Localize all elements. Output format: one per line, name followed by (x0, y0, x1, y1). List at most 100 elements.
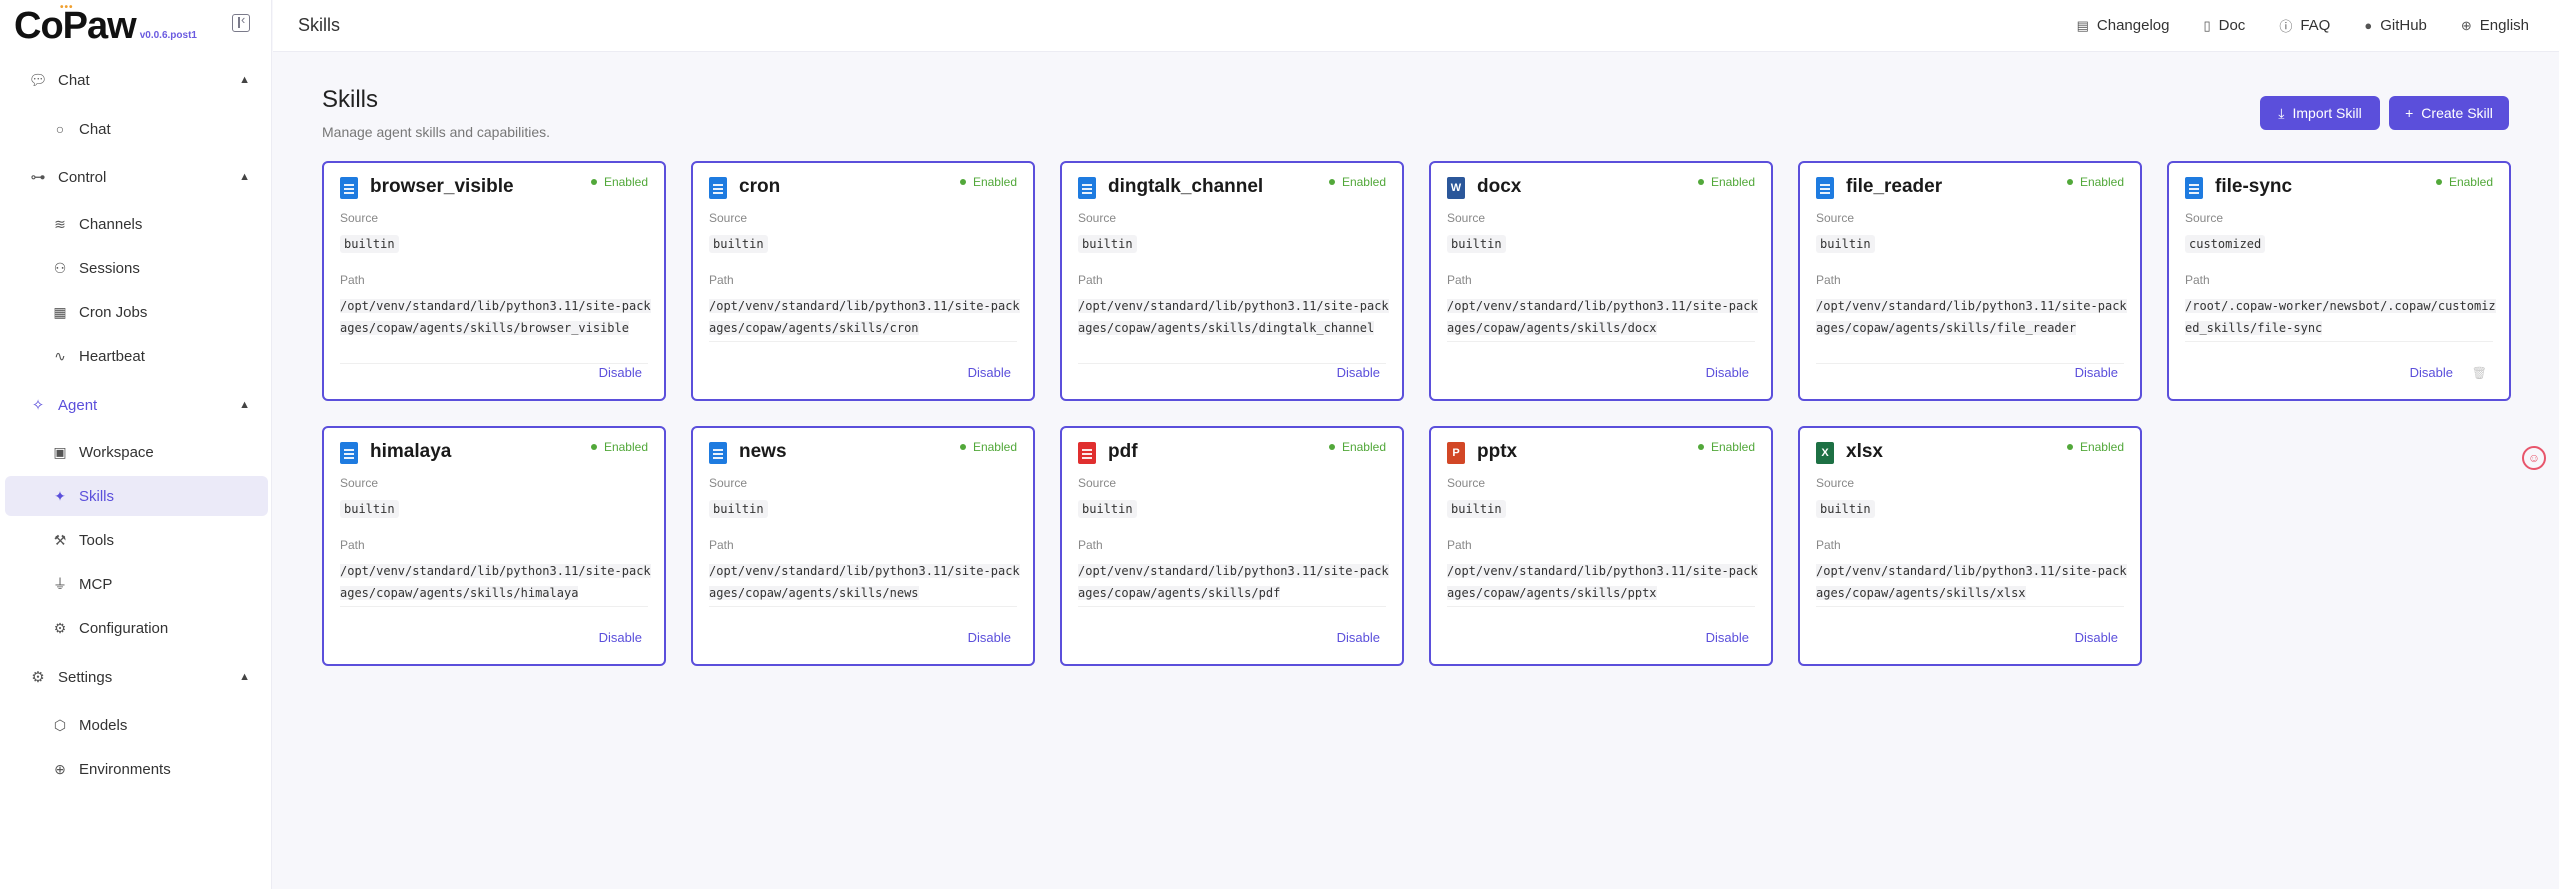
file-type-icon (709, 177, 727, 199)
path-text: /opt/venv/standard/lib/python3.11/site-p… (340, 299, 651, 335)
sidebar-item-environments[interactable]: ⊕ Environments (5, 749, 268, 789)
language-switch[interactable]: ⊕ English (2461, 17, 2529, 34)
file-type-icon: P (1447, 442, 1465, 464)
nav-group-settings[interactable]: ⚙ Settings ▲ (0, 657, 272, 697)
file-icon: ▤ (2076, 17, 2089, 33)
sidebar-item-label: Chat (79, 120, 111, 138)
disable-button[interactable]: Disable (968, 630, 1011, 645)
skill-name: browser_visible (370, 176, 514, 197)
sidebar-item-skills[interactable]: ✦ Skills (5, 476, 268, 516)
file-type-icon (1816, 177, 1834, 199)
divider (709, 341, 1017, 342)
top-links: ▤ Changelog ▯ Doc ⓘ FAQ ● GitHub ⊕ English (2077, 16, 2529, 35)
status-badge: Enabled (590, 175, 648, 189)
globe-icon: ⊕ (54, 760, 66, 777)
link-label: GitHub (2380, 17, 2427, 34)
sidebar-item-label: Environments (79, 760, 171, 778)
skill-card[interactable]: news Enabled Source builtin Path/opt/venv/st… (691, 426, 1035, 666)
nav-group-control[interactable]: ⊶ Control ▲ (0, 157, 272, 197)
sidebar-item-cron-jobs[interactable]: ▦ Cron Jobs (5, 292, 268, 332)
skill-card[interactable]: dingtalk_channel Enabled Source builtin Path… (1060, 161, 1404, 401)
status-badge: Enabled (2066, 440, 2124, 454)
sidebar-item-mcp[interactable]: ⏚ MCP (5, 564, 268, 604)
source-value: builtin (1078, 500, 1137, 518)
divider (1447, 606, 1755, 607)
sidebar-item-channels[interactable]: ≋ Channels (5, 204, 268, 244)
skill-card[interactable]: browser_visible Enabled Source builtin Path /… (322, 161, 666, 401)
gear-icon: ⚙ (53, 619, 67, 636)
source-label: Source (709, 211, 748, 225)
icon-letter: P (1452, 447, 1460, 459)
nav-group-label: Agent (58, 396, 98, 414)
status-label: Enabled (1341, 440, 1386, 454)
path-text: /opt/venv/standard/lib/python3.11/site-p… (340, 564, 651, 600)
path-text: /opt/venv/standard/lib/python3.11/site-p… (1816, 299, 2127, 335)
sidebar-item-sessions[interactable]: ⚇ Sessions (5, 248, 268, 288)
disable-button[interactable]: Disable (599, 365, 642, 380)
file-type-icon (709, 442, 727, 464)
disable-button[interactable]: Disable (1337, 630, 1380, 645)
sidebar-item-label: Configuration (79, 619, 169, 637)
import-skill-button[interactable]: ⤓ Import Skill (2260, 96, 2380, 130)
link-label: English (2479, 17, 2529, 34)
create-skill-button[interactable]: + Create Skill (2389, 96, 2509, 130)
nav-group-agent[interactable]: ✧ Agent ▲ (0, 385, 272, 425)
disable-button[interactable]: Disable (1706, 365, 1749, 380)
file-type-icon (2185, 177, 2203, 199)
version-label: v0.0.6.post1 (139, 29, 197, 41)
nav-group-chat[interactable]: 💬︎ Chat ▲ (0, 60, 272, 100)
changelog-link[interactable]: ▤ Changelog (2077, 17, 2170, 34)
page-title: Skills (298, 15, 341, 35)
collapse-sidebar-icon[interactable] (232, 12, 250, 32)
sidebar-item-tools[interactable]: ⚒ Tools (5, 520, 268, 560)
disable-button[interactable]: Disable (2075, 365, 2118, 380)
source-label: Source (1816, 476, 1855, 490)
sidebar-item-configuration[interactable]: ⚙ Configuration (5, 608, 268, 648)
file-type-icon: X (1816, 442, 1834, 464)
skill-card[interactable]: file_reader Enabled Source builtin Path/opt/… (1798, 161, 2142, 401)
disable-button[interactable]: Disable (1337, 365, 1380, 380)
sidebar-item-chat[interactable]: ○ Chat (5, 109, 268, 149)
path-value: /opt/venv/standard/lib/python3.11/site-p… (1816, 295, 2128, 339)
skill-card[interactable]: Ppptx Enabled Source builtin Path/opt/venv/s… (1429, 426, 1773, 666)
disable-button[interactable]: Disable (2410, 365, 2453, 380)
assistant-float-icon[interactable]: ☺ (2522, 446, 2546, 470)
skill-name: pdf (1108, 441, 1138, 462)
source-value: builtin (1816, 235, 1875, 253)
skill-card[interactable]: cron Enabled Source builtin Path/opt/venv/st… (691, 161, 1035, 401)
github-icon: ● (2364, 18, 2373, 33)
status-dot-icon (1697, 444, 1704, 450)
trash-icon[interactable]: 🗑︎ (2472, 366, 2487, 380)
status-badge: Enabled (1697, 175, 1755, 189)
disable-button[interactable]: Disable (599, 630, 642, 645)
settings-icon: ⚙ (31, 669, 45, 686)
divider (340, 363, 648, 364)
status-badge: Enabled (590, 440, 648, 454)
skill-card[interactable]: file-sync Enabled Source customized Path/roo… (2167, 161, 2511, 401)
skill-card[interactable]: pdf Enabled Source builtin Path/opt/venv/sta… (1060, 426, 1404, 666)
path-label: Path (340, 538, 365, 552)
skill-card[interactable]: himalaya Enabled Source builtin Path/opt/ven… (322, 426, 666, 666)
path-value: /opt/venv/standard/lib/python3.11/site-p… (1447, 295, 1759, 339)
doc-link[interactable]: ▯ Doc (2203, 17, 2245, 34)
disable-button[interactable]: Disable (1706, 630, 1749, 645)
disable-button[interactable]: Disable (2075, 630, 2118, 645)
divider (709, 606, 1017, 607)
sidebar-item-heartbeat[interactable]: ∿ Heartbeat (5, 336, 268, 376)
skill-card[interactable]: Xxlsx Enabled Source builtin Path/opt/venv/s… (1798, 426, 2142, 666)
skill-card[interactable]: Wdocx Enabled Source builtin Path/opt/venv/s… (1429, 161, 1773, 401)
status-label: Enabled (1341, 175, 1386, 189)
source-label: Source (2185, 211, 2224, 225)
users-icon: ⚇ (53, 259, 67, 276)
sidebar-item-workspace[interactable]: ▣ Workspace (5, 432, 268, 472)
sidebar-item-label: Sessions (79, 259, 140, 277)
disable-button[interactable]: Disable (968, 365, 1011, 380)
plug-icon: ⏚ (53, 576, 67, 592)
skill-name: docx (1477, 176, 1522, 197)
github-link[interactable]: ● GitHub (2364, 17, 2427, 34)
faq-link[interactable]: ⓘ FAQ (2279, 16, 2330, 35)
sidebar-item-models[interactable]: ⬡ Models (5, 705, 268, 745)
sidebar-item-label: Workspace (79, 443, 154, 461)
sidebar-item-label: Skills (79, 487, 115, 505)
skill-name: cron (739, 176, 781, 197)
